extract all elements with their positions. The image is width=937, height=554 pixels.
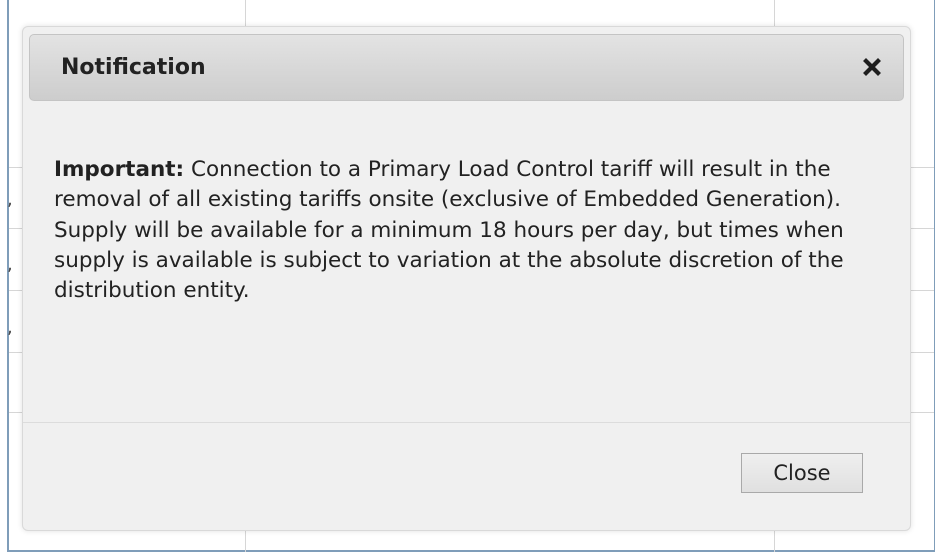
important-label: Important: [54, 157, 185, 182]
background-cell-text: , [7, 190, 13, 210]
dialog-divider [23, 422, 910, 423]
close-button[interactable]: Close [741, 453, 863, 493]
dialog-title: Notification [61, 55, 206, 80]
dialog-message: Important: Connection to a Primary Load … [54, 155, 874, 306]
dialog-header: Notification [29, 34, 904, 101]
background-cell-text: , [7, 255, 13, 275]
notification-dialog: Notification Important: Connection to a … [22, 26, 911, 531]
background-cell-text: , [7, 318, 13, 338]
close-x-icon[interactable] [859, 54, 885, 80]
